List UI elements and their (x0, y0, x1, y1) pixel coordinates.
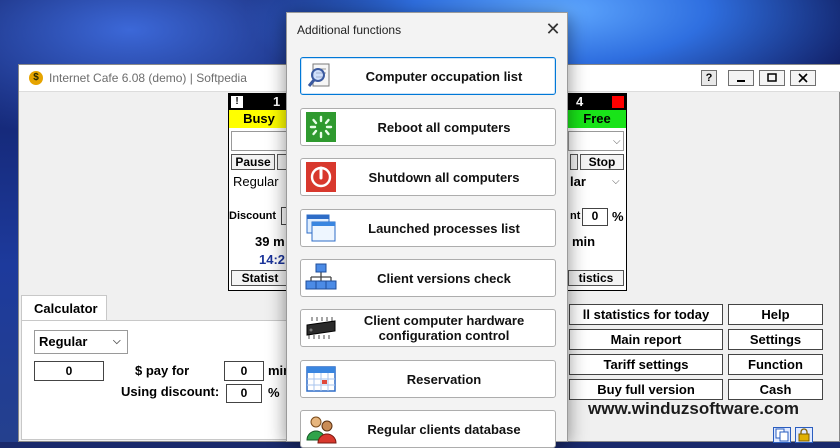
percent-label: % (612, 209, 624, 224)
calculator-panel: Regular ⌵ 0 $ pay for 0 min Using discou… (21, 320, 291, 440)
additional-functions-dialog: Additional functions ✕ Computer occupati… (286, 12, 568, 448)
help-icon[interactable]: ? (701, 70, 717, 86)
shutdown-all-button[interactable]: Shutdown all computers (300, 158, 556, 196)
maximize-icon (767, 73, 777, 82)
tariff-select[interactable]: Regular (233, 174, 279, 189)
chevron-down-icon: ⌵ (612, 176, 620, 187)
reboot-icon (306, 112, 336, 142)
client-name-field[interactable]: ⌵ (568, 131, 624, 151)
discount-field[interactable]: 0 (582, 208, 608, 226)
stop-button[interactable]: Stop (580, 154, 624, 170)
percent-label: % (268, 385, 280, 400)
using-discount-label: Using discount: (121, 384, 220, 399)
discount-label: nt (570, 210, 581, 222)
close-icon[interactable]: ✕ (542, 18, 564, 40)
window-title: Internet Cafe 6.08 (demo) | Softpedia (49, 71, 247, 85)
tariff-select[interactable]: lar (570, 174, 586, 189)
hardware-config-button[interactable]: Client computer hardware configuration c… (300, 309, 556, 347)
function-button[interactable]: Function (728, 354, 823, 375)
windows-list-icon (306, 214, 336, 242)
calc-tariff-select[interactable]: Regular ⌵ (34, 330, 128, 354)
lock-icon[interactable] (795, 427, 813, 443)
elapsed-time: min (572, 234, 596, 249)
client-versions-check-button[interactable]: Client versions check (300, 259, 556, 297)
start-time: 14:2 (259, 252, 286, 267)
elapsed-time: 39 m (255, 234, 285, 249)
computer-number: 4 (576, 94, 584, 109)
copy-icon-glyph (775, 428, 789, 442)
computer-panel-4: 4 Free ⌵ Stop lar ⌵ nt 0 % min tistics (567, 93, 627, 291)
regular-clients-database-button[interactable]: Regular clients database (300, 410, 556, 448)
pay-for-label: $ pay for (135, 363, 190, 378)
computer-number: 1 (273, 94, 281, 109)
computer-occupation-list-button[interactable]: Computer occupation list (300, 57, 556, 95)
main-report-button[interactable]: Main report (569, 329, 723, 350)
minimize-button[interactable] (728, 70, 754, 86)
button-label: Client versions check (377, 270, 511, 286)
power-icon (306, 162, 336, 192)
status-badge: Free (568, 110, 626, 128)
panel-header: 4 (568, 94, 626, 110)
buy-full-version-button[interactable]: Buy full version (569, 379, 723, 400)
discount-label: Discount (229, 210, 277, 222)
button-label: Computer occupation list (365, 68, 523, 84)
cash-button[interactable]: Cash (728, 379, 823, 400)
pause-button[interactable]: Pause (231, 154, 275, 170)
network-icon (305, 263, 337, 290)
tariff-settings-button[interactable]: Tariff settings (569, 354, 723, 375)
chevron-down-icon: ⌵ (613, 136, 621, 147)
status-indicator-icon (612, 96, 624, 108)
button-label: Shutdown all computers (368, 169, 520, 185)
statistics-button[interactable]: Statist (231, 270, 289, 286)
users-icon (306, 416, 337, 444)
button-label: Reservation (406, 371, 482, 387)
reboot-all-button[interactable]: Reboot all computers (300, 108, 556, 146)
reservation-button[interactable]: Reservation (300, 360, 556, 398)
chip-icon (306, 317, 336, 339)
app-icon: $ (29, 71, 43, 85)
computer-panel-1: ! 1 Busy Pause Regular Discount 39 m 14:… (228, 93, 291, 291)
help-button[interactable]: Help (728, 304, 823, 325)
calc-discount-field[interactable]: 0 (226, 384, 262, 403)
settings-button[interactable]: Settings (728, 329, 823, 350)
statistics-button[interactable]: tistics (568, 270, 624, 286)
button-label: Reboot all computers (377, 119, 511, 135)
stats-today-button[interactable]: ll statistics for today (569, 304, 723, 325)
panel-header: ! 1 (229, 94, 289, 110)
watermark: www.winduzsoftware.com (588, 399, 799, 418)
lock-icon-glyph (798, 428, 810, 442)
warning-icon: ! (231, 96, 243, 108)
client-name-field[interactable] (231, 131, 289, 151)
magnifier-document-icon (307, 63, 330, 87)
launched-processes-button[interactable]: Launched processes list (300, 209, 556, 247)
calc-minutes-field[interactable]: 0 (224, 361, 264, 381)
close-window-button[interactable] (790, 70, 816, 86)
maximize-button[interactable] (759, 70, 785, 86)
tab-calculator[interactable]: Calculator (21, 295, 107, 321)
button-label: Client computer hardware configuration c… (363, 313, 525, 343)
copy-icon[interactable] (773, 427, 791, 443)
button-label: Launched processes list (368, 220, 520, 236)
pause-button[interactable] (570, 154, 578, 170)
chevron-down-icon: ⌵ (113, 336, 121, 347)
calc-tariff-value: Regular (39, 334, 88, 349)
status-badge: Busy (229, 110, 289, 128)
minimize-icon (737, 80, 745, 82)
calc-amount-field[interactable]: 0 (34, 361, 104, 381)
dialog-title: Additional functions (297, 23, 402, 37)
calendar-icon (306, 366, 336, 392)
close-icon (798, 73, 808, 83)
